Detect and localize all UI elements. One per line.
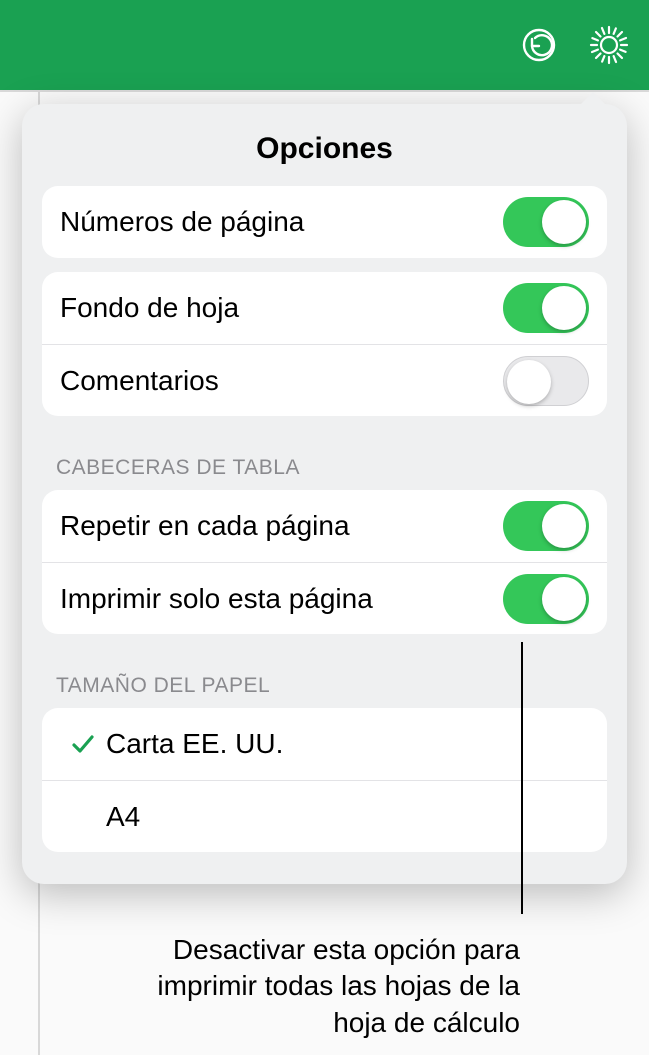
toggle-repeat-headers[interactable] bbox=[503, 501, 589, 551]
toggle-page-numbers[interactable] bbox=[503, 197, 589, 247]
row-sheet-background: Fondo de hoja bbox=[42, 272, 607, 344]
toggle-sheet-background[interactable] bbox=[503, 283, 589, 333]
gear-icon[interactable] bbox=[587, 23, 631, 67]
undo-icon[interactable] bbox=[519, 25, 559, 65]
group-table-headers: Repetir en cada página Imprimir solo est… bbox=[42, 490, 607, 634]
group-general-1: Números de página bbox=[42, 186, 607, 258]
label-paper-a4: A4 bbox=[106, 801, 140, 833]
checkmark-icon bbox=[69, 730, 97, 758]
row-repeat-headers: Repetir en cada página bbox=[42, 490, 607, 562]
label-comments: Comentarios bbox=[60, 365, 219, 397]
app-toolbar bbox=[0, 0, 649, 90]
row-print-this-sheet-only: Imprimir solo esta página bbox=[42, 562, 607, 634]
options-popover: Opciones Números de página Fondo de hoja… bbox=[22, 104, 627, 884]
label-paper-us-letter: Carta EE. UU. bbox=[106, 728, 283, 760]
toggle-comments[interactable] bbox=[503, 356, 589, 406]
section-header-paper-size: TAMAÑO DEL PAPEL bbox=[22, 648, 627, 708]
label-sheet-background: Fondo de hoja bbox=[60, 292, 239, 324]
label-page-numbers: Números de página bbox=[60, 206, 304, 238]
row-page-numbers: Números de página bbox=[42, 186, 607, 258]
callout-line bbox=[521, 642, 523, 914]
callout-text: Desactivar esta opción para imprimir tod… bbox=[120, 932, 520, 1041]
section-header-table-headers: CABECERAS DE TABLA bbox=[22, 430, 627, 490]
group-general-2: Fondo de hoja Comentarios bbox=[42, 272, 607, 416]
popover-arrow bbox=[579, 92, 607, 106]
label-repeat-headers: Repetir en cada página bbox=[60, 510, 350, 542]
popover-title: Opciones bbox=[22, 104, 627, 186]
label-print-this-sheet-only: Imprimir solo esta página bbox=[60, 583, 373, 615]
row-comments: Comentarios bbox=[42, 344, 607, 416]
toggle-print-this-sheet-only[interactable] bbox=[503, 574, 589, 624]
